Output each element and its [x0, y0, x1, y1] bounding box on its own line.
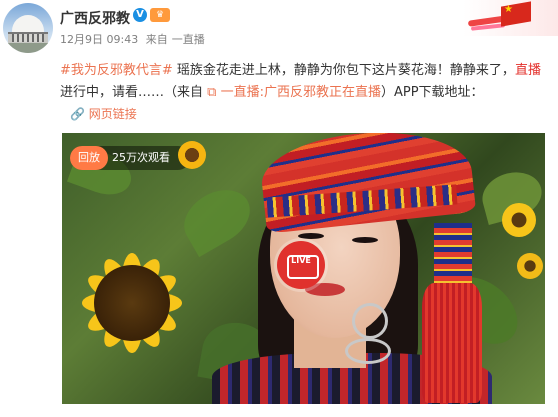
- source-prefix: 来自: [145, 33, 168, 46]
- live-source-link-label: 一直播:广西反邪教正在直播: [220, 85, 381, 100]
- hat-tassel-top: [434, 223, 472, 283]
- vip-badge-icon[interactable]: ♛: [150, 8, 170, 22]
- live-badge: LIVE: [291, 256, 311, 265]
- live-source-link[interactable]: ⧉ 一直播:广西反邪教正在直播: [207, 85, 381, 100]
- link-icon: 🔗: [70, 107, 85, 121]
- star-icon: ★: [504, 4, 513, 15]
- web-link[interactable]: 🔗 网页链接: [70, 105, 137, 122]
- post-time[interactable]: 12月9日 09:43: [60, 33, 138, 46]
- sunflower-small: [517, 253, 543, 279]
- sunflower-large: [62, 213, 202, 393]
- person-hat: [257, 133, 477, 234]
- source-link[interactable]: 一直播: [172, 33, 205, 46]
- post-body-1: 瑶族金花走进上林，静静为你包下这片葵花海！静静来了，: [172, 63, 515, 78]
- avatar-ground: [3, 43, 53, 53]
- hashtag-link[interactable]: #我为反邪教代言#: [60, 63, 173, 78]
- sunflower-small: [502, 203, 536, 237]
- post-body-3: ）APP下载地址：: [380, 85, 484, 100]
- web-link-label: 网页链接: [88, 107, 137, 121]
- person-earring-2: [345, 338, 391, 364]
- post-body-2: 进行中，请看……（来自: [60, 85, 208, 100]
- account-name[interactable]: 广西反邪教: [60, 8, 130, 28]
- person-eye: [298, 233, 324, 239]
- decorative-banner: ★: [463, 0, 558, 36]
- viewer-count: 25万次观看: [112, 151, 170, 164]
- person-earring: [352, 303, 388, 339]
- hat-tassel: [422, 283, 482, 403]
- live-video-icon: ⧉: [207, 85, 217, 100]
- person-eye: [352, 237, 378, 243]
- post-text: #我为反邪教代言# 瑶族金花走进上林，静静为你包下这片葵花海！静静来了，直播进行…: [60, 60, 546, 104]
- account-avatar[interactable]: [3, 3, 53, 53]
- avatar-pillars: [12, 34, 44, 42]
- verified-v-icon: V: [133, 8, 147, 22]
- post-meta: 12月9日 09:43 来自 一直播: [60, 31, 209, 47]
- sunflower-emoji-icon: [178, 141, 206, 169]
- live-play-button[interactable]: LIVE: [277, 241, 325, 289]
- replay-button[interactable]: 回放: [70, 146, 108, 170]
- live-keyword-link[interactable]: 直播: [515, 63, 541, 78]
